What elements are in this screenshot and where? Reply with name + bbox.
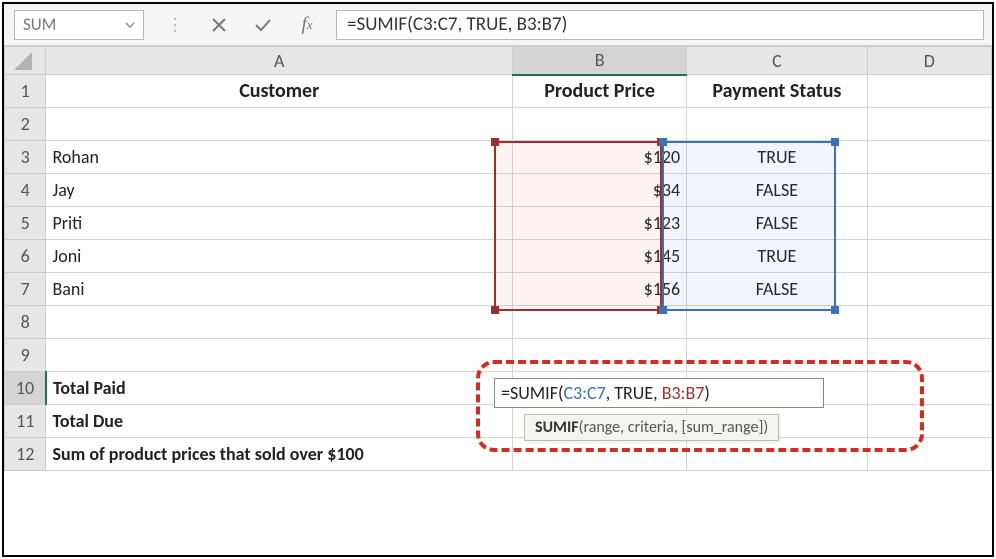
cell-D12[interactable]	[867, 438, 991, 471]
formula-arg1: C3:C7	[563, 382, 605, 404]
formula-text: =SUMIF(C3:C7, TRUE, B3:B7)	[347, 13, 567, 36]
row-header[interactable]: 8	[5, 306, 46, 339]
row-header[interactable]: 7	[5, 273, 46, 306]
spreadsheet-grid[interactable]: A B C D 1 Customer Product Price Payment…	[4, 46, 992, 471]
active-cell-editor[interactable]: =SUMIF(C3:C7, TRUE, B3:B7)	[494, 378, 824, 408]
cell-A5[interactable]: Priti	[46, 207, 513, 240]
row-header[interactable]: 2	[5, 108, 46, 141]
cell-C4[interactable]: FALSE	[687, 174, 867, 207]
cell-C3[interactable]: TRUE	[687, 141, 867, 174]
cell-D7[interactable]	[867, 273, 991, 306]
cell-A6[interactable]: Joni	[46, 240, 513, 273]
cell-A9[interactable]	[46, 339, 513, 372]
tooltip-fn-sig: (range, criteria, [sum_range])	[579, 418, 769, 437]
name-box-value: SUM	[23, 14, 56, 35]
cancel-icon[interactable]	[208, 14, 230, 36]
name-box[interactable]: SUM	[14, 10, 144, 40]
cell-D8[interactable]	[867, 306, 991, 339]
cell-C6[interactable]: TRUE	[687, 240, 867, 273]
cell-C9[interactable]	[687, 339, 867, 372]
col-header-C[interactable]: C	[687, 47, 867, 75]
cell-B5[interactable]: $123	[513, 207, 687, 240]
cell-C7[interactable]: FALSE	[687, 273, 867, 306]
row-header[interactable]: 3	[5, 141, 46, 174]
cell-C5[interactable]: FALSE	[687, 207, 867, 240]
row-header[interactable]: 11	[5, 405, 46, 438]
formula-prefix: =SUMIF(	[501, 382, 563, 404]
cell-A8[interactable]	[46, 306, 513, 339]
cell-C8[interactable]	[687, 306, 867, 339]
dots-icon	[164, 14, 186, 36]
select-all-corner[interactable]	[5, 47, 46, 75]
cell-D3[interactable]	[867, 141, 991, 174]
cell-B1[interactable]: Product Price	[513, 75, 687, 108]
cell-A3[interactable]: Rohan	[46, 141, 513, 174]
cell-D6[interactable]	[867, 240, 991, 273]
row-header[interactable]: 5	[5, 207, 46, 240]
confirm-icon[interactable]	[252, 14, 274, 36]
row-header[interactable]: 1	[5, 75, 46, 108]
cell-D2[interactable]	[867, 108, 991, 141]
cell-A1[interactable]: Customer	[46, 75, 513, 108]
cell-A2[interactable]	[46, 108, 513, 141]
function-tooltip: SUMIF(range, criteria, [sum_range])	[524, 414, 779, 441]
formula-bar-icons: fx	[150, 14, 332, 36]
formula-bar: SUM fx =SUMIF(C3:C7, TRUE, B3:B7)	[4, 4, 992, 46]
cell-A7[interactable]: Bani	[46, 273, 513, 306]
chevron-down-icon[interactable]	[125, 14, 135, 35]
cell-C2[interactable]	[687, 108, 867, 141]
cell-A12[interactable]: Sum of product prices that sold over $10…	[46, 438, 513, 471]
cell-B4[interactable]: $34	[513, 174, 687, 207]
cell-D5[interactable]	[867, 207, 991, 240]
cell-B3[interactable]: $120	[513, 141, 687, 174]
formula-suffix: )	[704, 382, 709, 404]
formula-arg2: B3:B7	[662, 382, 705, 404]
formula-input[interactable]: =SUMIF(C3:C7, TRUE, B3:B7)	[336, 10, 984, 40]
cell-A4[interactable]: Jay	[46, 174, 513, 207]
cell-A10[interactable]: Total Paid	[46, 372, 513, 405]
cell-C1[interactable]: Payment Status	[687, 75, 867, 108]
col-header-D[interactable]: D	[867, 47, 991, 75]
cell-D4[interactable]	[867, 174, 991, 207]
formula-sep: , TRUE,	[606, 382, 662, 404]
cell-B9[interactable]	[513, 339, 687, 372]
row-header[interactable]: 9	[5, 339, 46, 372]
col-header-A[interactable]: A	[46, 47, 513, 75]
cell-D9[interactable]	[867, 339, 991, 372]
col-header-B[interactable]: B	[513, 47, 687, 75]
cell-B8[interactable]	[513, 306, 687, 339]
row-header[interactable]: 12	[5, 438, 46, 471]
cell-B12[interactable]	[513, 438, 687, 471]
row-header[interactable]: 4	[5, 174, 46, 207]
cell-B6[interactable]: $145	[513, 240, 687, 273]
row-header[interactable]: 10	[5, 372, 46, 405]
cell-B7[interactable]: $156	[513, 273, 687, 306]
fx-icon[interactable]: fx	[296, 14, 318, 36]
cell-D11[interactable]	[867, 405, 991, 438]
cell-D1[interactable]	[867, 75, 991, 108]
cell-B2[interactable]	[513, 108, 687, 141]
tooltip-fn-name: SUMIF	[535, 418, 579, 437]
row-header[interactable]: 6	[5, 240, 46, 273]
cell-C12[interactable]	[687, 438, 867, 471]
cell-A11[interactable]: Total Due	[46, 405, 513, 438]
cell-D10[interactable]	[867, 372, 991, 405]
